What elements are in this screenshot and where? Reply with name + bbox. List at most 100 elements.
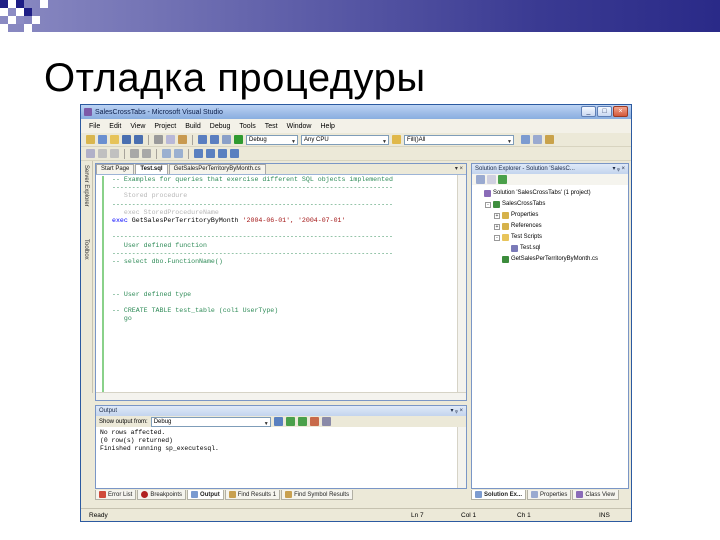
slide-header-decoration bbox=[0, 0, 720, 32]
tree-expander-icon[interactable]: + bbox=[494, 212, 500, 219]
minimize-button[interactable]: _ bbox=[581, 106, 596, 117]
code-text[interactable]: -- Examples for queries that exercise di… bbox=[102, 176, 456, 392]
menu-test[interactable]: Test bbox=[265, 123, 278, 130]
tree-node-icon bbox=[502, 234, 509, 241]
tree-expander-icon[interactable]: - bbox=[485, 201, 491, 208]
output-panel: Output ▾ ᵩ × Show output from: Debug ▼ No… bbox=[95, 405, 467, 489]
word-wrap-icon[interactable] bbox=[321, 417, 331, 426]
tab-test-sql[interactable]: Test.sql bbox=[135, 164, 168, 174]
horizontal-scrollbar[interactable] bbox=[96, 392, 466, 400]
toolbox-icon[interactable] bbox=[545, 135, 554, 144]
prev-bookmark-icon[interactable] bbox=[206, 149, 215, 158]
next-message-icon[interactable] bbox=[297, 417, 307, 426]
menu-project[interactable]: Project bbox=[154, 123, 176, 130]
tree-item[interactable]: - Test Scripts bbox=[476, 232, 624, 243]
close-button[interactable]: × bbox=[613, 106, 628, 117]
tab-output[interactable]: Output bbox=[187, 490, 224, 500]
menu-build[interactable]: Build bbox=[185, 123, 201, 130]
tab-find-results[interactable]: Find Results 1 bbox=[224, 490, 281, 500]
refresh-icon[interactable] bbox=[498, 175, 507, 184]
bottom-tool-tabs: Error List Breakpoints Output Find Resul… bbox=[95, 490, 467, 501]
panel-controls-icon[interactable]: ▾ ᵩ × bbox=[613, 164, 626, 174]
uncomment-icon[interactable] bbox=[174, 149, 183, 158]
tree-item[interactable]: Solution 'SalesCrossTabs' (1 project) bbox=[476, 188, 624, 199]
cut-icon[interactable] bbox=[154, 135, 163, 144]
output-source-select[interactable]: Debug ▼ bbox=[150, 416, 271, 427]
properties-icon[interactable] bbox=[533, 135, 542, 144]
tree-expander-icon[interactable]: - bbox=[494, 234, 500, 241]
server-explorer-tab[interactable]: Server Explorer bbox=[83, 165, 89, 207]
menu-help[interactable]: Help bbox=[321, 123, 335, 130]
comment-icon[interactable] bbox=[162, 149, 171, 158]
show-output-label: Show output from: bbox=[99, 418, 148, 425]
navigate-back-icon[interactable] bbox=[222, 135, 231, 144]
properties-icon[interactable] bbox=[476, 175, 485, 184]
open-file-icon[interactable] bbox=[110, 135, 119, 144]
tab-getsales-cs[interactable]: GetSalesPerTerritoryByMonth.cs bbox=[168, 164, 266, 174]
find-in-files-icon[interactable] bbox=[392, 135, 401, 144]
vertical-scrollbar[interactable] bbox=[457, 175, 466, 392]
solution-configuration-select[interactable]: Debug ▼ bbox=[246, 134, 298, 145]
indent-icon[interactable] bbox=[142, 149, 151, 158]
object-browser-icon[interactable] bbox=[86, 149, 95, 158]
prev-message-icon[interactable] bbox=[285, 417, 295, 426]
tree-item[interactable]: + Properties bbox=[476, 210, 624, 221]
tab-label: Output bbox=[200, 491, 220, 498]
next-bookmark-icon[interactable] bbox=[218, 149, 227, 158]
platform-value: Any CPU bbox=[304, 136, 329, 143]
paste-icon[interactable] bbox=[178, 135, 187, 144]
tree-item[interactable]: GetSalesPerTerritoryByMonth.cs bbox=[476, 254, 624, 265]
solution-explorer-icon[interactable] bbox=[521, 135, 530, 144]
solution-explorer-icon bbox=[475, 491, 482, 498]
tree-item[interactable]: - SalesCrossTabs bbox=[476, 199, 624, 210]
menu-debug[interactable]: Debug bbox=[210, 123, 231, 130]
find-combo[interactable]: Fill()All ▼ bbox=[404, 134, 514, 145]
tab-properties[interactable]: Properties bbox=[527, 490, 572, 500]
panel-controls-icon[interactable]: ▾ ᵩ × bbox=[451, 406, 464, 416]
redo-icon[interactable] bbox=[210, 135, 219, 144]
tab-close-icon[interactable]: ▾ × bbox=[455, 165, 463, 172]
clear-all-icon[interactable] bbox=[309, 417, 319, 426]
start-debugging-icon[interactable] bbox=[234, 135, 243, 144]
new-project-icon[interactable] bbox=[86, 135, 95, 144]
tab-error-list[interactable]: Error List bbox=[95, 490, 137, 500]
tab-solution-explorer[interactable]: Solution Ex... bbox=[471, 490, 527, 500]
save-all-icon[interactable] bbox=[134, 135, 143, 144]
bookmark-icon[interactable] bbox=[194, 149, 203, 158]
parameter-info-icon[interactable] bbox=[110, 149, 119, 158]
find-message-icon[interactable] bbox=[273, 417, 283, 426]
copy-icon[interactable] bbox=[166, 135, 175, 144]
outdent-icon[interactable] bbox=[130, 149, 139, 158]
toolbox-tab[interactable]: Toolbox bbox=[83, 239, 89, 260]
code-keyword: exec bbox=[112, 217, 128, 225]
menu-view[interactable]: View bbox=[130, 123, 145, 130]
output-line: Finished running sp_executesql. bbox=[100, 445, 219, 452]
output-scrollbar[interactable] bbox=[457, 427, 466, 488]
code-line: go bbox=[112, 315, 132, 323]
show-all-files-icon[interactable] bbox=[487, 175, 496, 184]
output-text[interactable]: No rows affected. (0 row(s) returned) Fini… bbox=[96, 427, 466, 455]
menu-edit[interactable]: Edit bbox=[109, 123, 121, 130]
add-item-icon[interactable] bbox=[98, 135, 107, 144]
output-line: No rows affected. bbox=[100, 429, 166, 436]
tree-item[interactable]: Test.sql bbox=[476, 243, 624, 254]
save-icon[interactable] bbox=[122, 135, 131, 144]
clear-bookmarks-icon[interactable] bbox=[230, 149, 239, 158]
tab-start-page[interactable]: Start Page bbox=[96, 164, 135, 174]
menu-window[interactable]: Window bbox=[287, 123, 312, 130]
menu-file[interactable]: File bbox=[89, 123, 100, 130]
tree-expander-icon[interactable]: + bbox=[494, 223, 500, 230]
decor-square bbox=[16, 8, 24, 16]
tab-breakpoints[interactable]: Breakpoints bbox=[137, 490, 187, 500]
tree-item[interactable]: + References bbox=[476, 221, 624, 232]
maximize-button[interactable]: □ bbox=[597, 106, 612, 117]
tab-class-view[interactable]: Class View bbox=[572, 490, 619, 500]
member-list-icon[interactable] bbox=[98, 149, 107, 158]
text-editor-toolbar bbox=[81, 147, 631, 161]
undo-icon[interactable] bbox=[198, 135, 207, 144]
properties-icon bbox=[531, 491, 539, 498]
tab-find-symbol-results[interactable]: Find Symbol Results bbox=[281, 490, 354, 500]
platform-select[interactable]: Any CPU ▼ bbox=[301, 134, 389, 145]
menu-tools[interactable]: Tools bbox=[239, 123, 255, 130]
